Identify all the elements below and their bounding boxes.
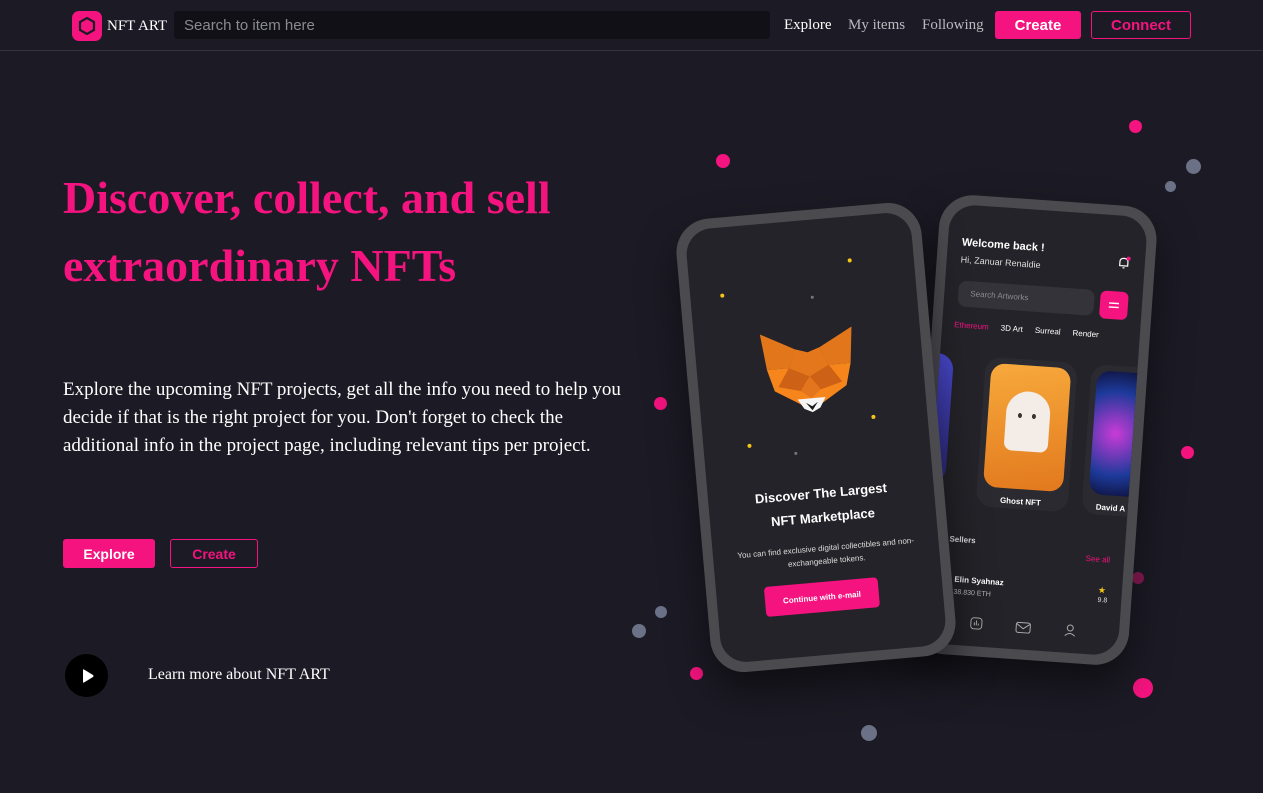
profile-icon — [1064, 624, 1076, 637]
connect-button[interactable]: Connect — [1091, 11, 1191, 39]
metamask-fox-logo — [759, 326, 852, 413]
hero-title: Discover, collect, and sell extraordinar… — [63, 164, 643, 300]
hero-title-line2: extraordinary NFTs — [63, 240, 457, 291]
decor-dot — [1129, 120, 1142, 133]
david-nft-label: David A — [1095, 502, 1126, 514]
greeting-text: Hi, Zanuar Renaldie — [960, 254, 1041, 271]
top-navbar: NFT ART Explore My items Following Creat… — [0, 0, 1263, 51]
search-input[interactable] — [174, 11, 770, 39]
decor-dot — [861, 725, 877, 741]
hexagon-logo-icon — [72, 11, 102, 41]
see-all-link: See all — [1085, 553, 1111, 565]
play-icon — [82, 668, 93, 683]
continue-email-button: Continue with e-mail — [763, 577, 881, 618]
decor-dot — [655, 606, 667, 618]
front-title: Discover The Largest NFT Marketplace — [707, 472, 936, 540]
mail-icon — [1015, 621, 1031, 634]
brand-name: NFT ART — [107, 17, 168, 34]
create-button[interactable]: Create — [170, 539, 258, 568]
star-icon: ★ — [1097, 584, 1107, 596]
seller-rating: 9.8 — [1097, 596, 1108, 605]
nav-create-button[interactable]: Create — [995, 11, 1081, 39]
tab-ethereum: Ethereum — [953, 320, 990, 332]
tab-surreal: Surreal — [1034, 325, 1061, 337]
artwork-search: Search Artworks — [957, 280, 1095, 316]
hero-title-line1: Discover, collect, and sell — [63, 172, 551, 223]
nav-link-following[interactable]: Following — [922, 17, 984, 34]
decor-dot — [1132, 572, 1144, 584]
phone-front-screen: Discover The Largest NFT Marketplace You… — [684, 210, 948, 665]
stats-icon — [970, 617, 983, 630]
decor-dot — [1165, 181, 1176, 192]
ghost-nft-image — [982, 362, 1072, 493]
decor-dot — [654, 397, 667, 410]
decor-dot — [1133, 678, 1153, 698]
nav-link-my-items[interactable]: My items — [848, 17, 905, 34]
tab-render: Render — [1072, 328, 1100, 340]
phone-back-screen: Welcome back ! Hi, Zanuar Renaldie Searc… — [919, 203, 1149, 657]
explore-button[interactable]: Explore — [63, 539, 155, 568]
welcome-text: Welcome back ! — [961, 236, 1046, 255]
nft-card-right: David A — [1081, 363, 1149, 518]
ghost-nft-label: Ghost NFT — [999, 495, 1042, 508]
decor-dot — [716, 154, 730, 168]
filter-icon — [1098, 290, 1129, 321]
front-subtitle: You can find exclusive digital collectib… — [737, 535, 915, 569]
play-video-button[interactable] — [65, 654, 108, 697]
decor-dot — [1181, 446, 1194, 459]
phone-mockup-front: Discover The Largest NFT Marketplace You… — [673, 200, 959, 675]
decor-dot — [1186, 159, 1201, 174]
seller-name: Elin Syahnaz — [954, 574, 1004, 588]
decor-dot — [632, 624, 646, 638]
nft-card-ghost: Ghost NFT — [975, 356, 1078, 513]
hero-description: Explore the upcoming NFT projects, get a… — [63, 379, 621, 456]
tab-3d-art: 3D Art — [1000, 323, 1024, 334]
seller-eth: 38.830 ETH — [953, 588, 991, 599]
abstract-nft-image — [1088, 370, 1149, 498]
learn-more-link[interactable]: Learn more about NFT ART — [148, 666, 330, 684]
ghost-figure — [1003, 390, 1052, 453]
category-tabs: Ethereum 3D Art Surreal Render — [954, 320, 1099, 339]
brand-logo[interactable]: NFT ART — [72, 11, 167, 41]
nav-link-explore[interactable]: Explore — [784, 17, 831, 34]
decor-dot — [690, 667, 703, 680]
bell-icon — [1119, 256, 1131, 269]
